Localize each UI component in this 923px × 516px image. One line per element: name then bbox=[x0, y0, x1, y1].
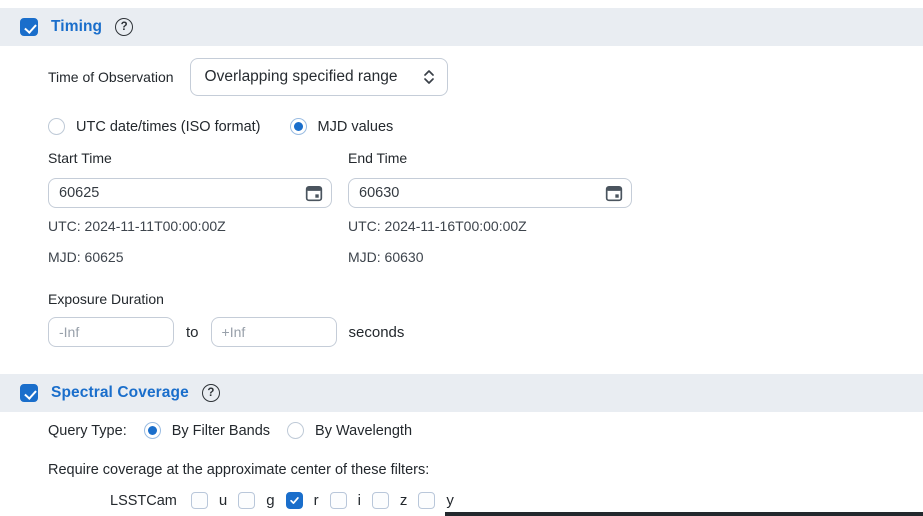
radio-utc-circle[interactable] bbox=[48, 118, 65, 135]
radio-wavelength-label: By Wavelength bbox=[315, 423, 412, 439]
band-label-y: y bbox=[446, 492, 454, 509]
filter-instruction: Require coverage at the approximate cent… bbox=[48, 462, 429, 478]
radio-utc-format[interactable]: UTC date/times (ISO format) bbox=[48, 118, 261, 135]
band-checkbox-i[interactable] bbox=[330, 492, 347, 509]
start-time-input[interactable] bbox=[59, 185, 305, 201]
radio-utc-label: UTC date/times (ISO format) bbox=[76, 119, 261, 135]
time-of-observation-value: Overlapping specified range bbox=[205, 68, 398, 86]
end-time-field bbox=[348, 178, 632, 208]
filter-band-y[interactable]: y bbox=[418, 492, 454, 509]
bottom-dark-strip bbox=[445, 512, 923, 516]
end-time-input[interactable] bbox=[359, 185, 605, 201]
filter-band-z[interactable]: z bbox=[372, 492, 408, 509]
timing-section-header: Timing ? bbox=[0, 8, 923, 46]
start-calendar-icon[interactable] bbox=[305, 184, 323, 202]
start-mjd-readout: MJD: 60625 bbox=[48, 249, 332, 265]
start-utc-readout: UTC: 2024-11-11T00:00:00Z bbox=[48, 218, 332, 234]
end-utc-readout: UTC: 2024-11-16T00:00:00Z bbox=[348, 218, 632, 234]
filter-band-u[interactable]: u bbox=[191, 492, 227, 509]
filter-band-r[interactable]: r bbox=[286, 492, 319, 509]
end-time-label: End Time bbox=[348, 150, 407, 166]
radio-by-filter-bands[interactable]: By Filter Bands bbox=[144, 422, 270, 439]
radio-mjd-circle[interactable] bbox=[290, 118, 307, 135]
timing-help-icon[interactable]: ? bbox=[115, 18, 133, 36]
band-label-u: u bbox=[219, 492, 227, 509]
band-checkbox-r[interactable] bbox=[286, 492, 303, 509]
band-label-z: z bbox=[400, 492, 408, 509]
time-of-observation-label: Time of Observation bbox=[48, 69, 174, 85]
radio-mjd-label: MJD values bbox=[318, 119, 394, 135]
camera-label: LSSTCam bbox=[110, 493, 177, 509]
spectral-help-icon[interactable]: ? bbox=[202, 384, 220, 402]
select-chevrons-icon bbox=[423, 69, 435, 85]
time-of-observation-select[interactable]: Overlapping specified range bbox=[190, 58, 448, 96]
radio-filter-bands-circle[interactable] bbox=[144, 422, 161, 439]
band-checkbox-y[interactable] bbox=[418, 492, 435, 509]
exposure-joiner-label: to bbox=[186, 324, 199, 341]
band-label-g: g bbox=[266, 492, 274, 509]
timing-section-checkbox[interactable] bbox=[20, 18, 38, 36]
end-calendar-icon[interactable] bbox=[605, 184, 623, 202]
filter-band-i[interactable]: i bbox=[330, 492, 361, 509]
filter-band-g[interactable]: g bbox=[238, 492, 274, 509]
end-mjd-readout: MJD: 60630 bbox=[348, 249, 632, 265]
filter-band-group: ugrizy bbox=[191, 492, 465, 509]
search-form: Timing ? Time of Observation Overlapping… bbox=[0, 0, 923, 516]
start-time-field bbox=[48, 178, 332, 208]
query-type-label: Query Type: bbox=[48, 423, 127, 439]
exposure-unit-label: seconds bbox=[349, 324, 405, 341]
spectral-section-checkbox[interactable] bbox=[20, 384, 38, 402]
radio-wavelength-circle[interactable] bbox=[287, 422, 304, 439]
band-checkbox-z[interactable] bbox=[372, 492, 389, 509]
radio-by-wavelength[interactable]: By Wavelength bbox=[287, 422, 412, 439]
exposure-duration-label: Exposure Duration bbox=[48, 291, 164, 307]
timing-section-title: Timing bbox=[51, 18, 102, 36]
radio-filter-bands-label: By Filter Bands bbox=[172, 423, 270, 439]
band-label-r: r bbox=[314, 492, 319, 509]
exposure-max-input[interactable] bbox=[211, 317, 337, 347]
radio-mjd-format[interactable]: MJD values bbox=[290, 118, 394, 135]
end-time-column: End Time UTC: 2024-11-16T00:00:00Z MJD: … bbox=[348, 135, 632, 265]
band-label-i: i bbox=[358, 492, 361, 509]
spectral-section-header: Spectral Coverage ? bbox=[0, 374, 923, 412]
start-time-label: Start Time bbox=[48, 150, 112, 166]
exposure-min-input[interactable] bbox=[48, 317, 174, 347]
band-checkbox-g[interactable] bbox=[238, 492, 255, 509]
spectral-section-title: Spectral Coverage bbox=[51, 384, 189, 402]
band-checkbox-u[interactable] bbox=[191, 492, 208, 509]
start-time-column: Start Time UTC: 2024-11-11T00:00:00Z MJD… bbox=[48, 135, 332, 265]
